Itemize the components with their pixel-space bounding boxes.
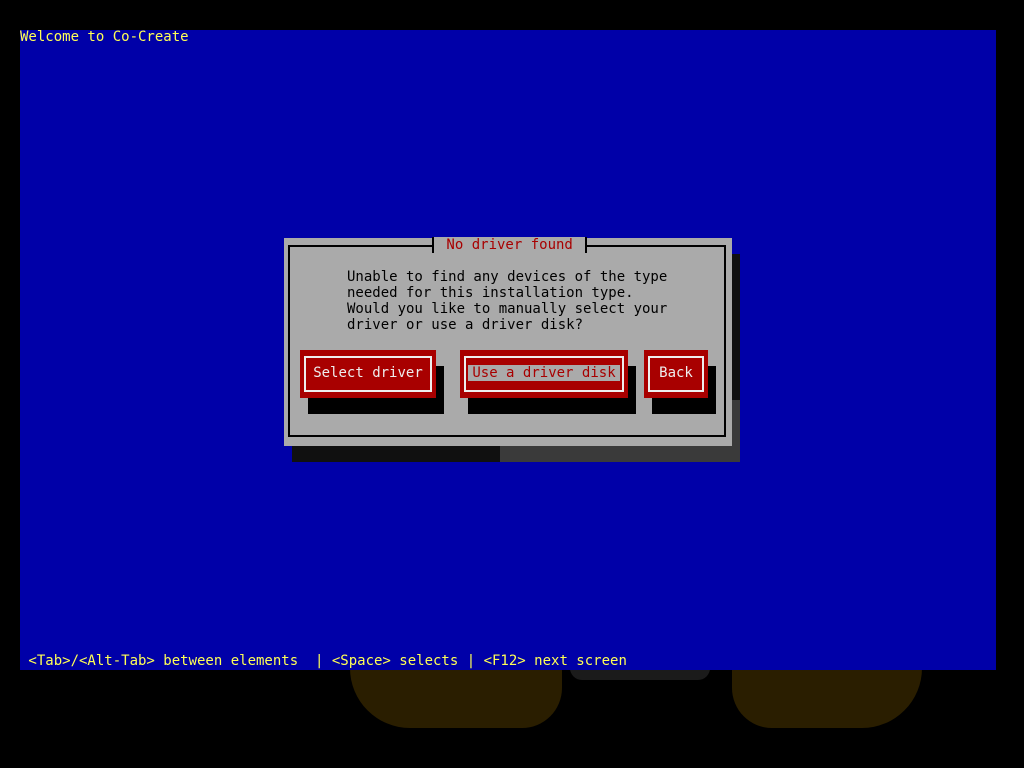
select-driver-label: Select driver xyxy=(313,365,423,381)
button-label: Back xyxy=(644,365,708,381)
mascot-foot-right-image xyxy=(732,668,922,728)
select-driver-button[interactable]: Select driver xyxy=(300,350,436,398)
keyboard-help-line: <Tab>/<Alt-Tab> between elements | <Spac… xyxy=(20,653,627,669)
driver-disk-label: Use a driver disk xyxy=(468,365,620,381)
button-label: Select driver xyxy=(300,365,436,381)
mascot-foot-left-image xyxy=(350,668,562,728)
back-label: Back xyxy=(659,365,693,381)
back-button[interactable]: Back xyxy=(644,350,708,398)
screen-title: Welcome to Co-Create xyxy=(20,29,189,45)
use-driver-disk-button[interactable]: Use a driver disk xyxy=(460,350,628,398)
dialog-message: Unable to find any devices of the type n… xyxy=(347,269,668,333)
installer-screen: Welcome to Co-Create No driver found Una… xyxy=(0,0,1024,768)
dialog-title: No driver found xyxy=(432,237,588,253)
button-label: Use a driver disk xyxy=(460,365,628,381)
